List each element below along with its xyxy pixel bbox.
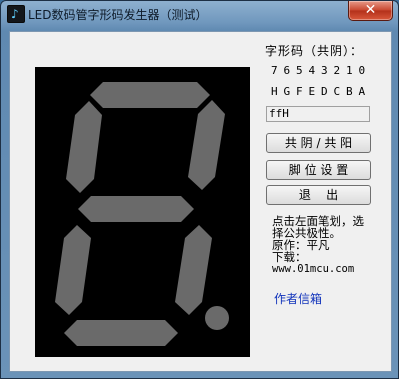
pin-settings-button[interactable]: 脚 位 设 置 <box>266 160 371 180</box>
exit-button[interactable]: 退 出 <box>266 185 371 205</box>
bit-number: 2 <box>333 64 341 77</box>
segment-a[interactable] <box>90 82 210 108</box>
description-line: 下载： <box>272 250 307 264</box>
bit-number: 3 <box>321 64 328 77</box>
website-url: www.01mcu.com <box>272 263 355 275</box>
description-text: 点击左面笔划，选 择公共极性。 原作：平凡 下载： www.01mcu.com <box>272 215 382 275</box>
bit-number: 0 <box>358 64 366 77</box>
close-button[interactable]: ✕ <box>348 1 393 21</box>
close-icon: ✕ <box>364 2 377 18</box>
segment-e[interactable] <box>55 225 91 315</box>
music-note-icon: ♪ <box>11 7 19 21</box>
code-value-field[interactable]: ffH <box>266 106 370 122</box>
author-email-link[interactable]: 作者信箱 <box>274 290 322 307</box>
bit-letter-row: HGFEDCBA <box>271 85 371 98</box>
bit-number: 5 <box>296 64 303 77</box>
client-area: 字形码（共阴）： 76543210 HGFEDCBA ffH 共 阴 / 共 阳… <box>9 31 392 372</box>
code-title: 字形码（共阴）： <box>265 44 364 58</box>
bit-letter: E <box>308 85 316 98</box>
bit-number: 4 <box>308 64 316 77</box>
bit-letter: F <box>296 85 303 98</box>
bit-number: 7 <box>271 64 278 77</box>
segment-g[interactable] <box>78 196 194 222</box>
segment-dp[interactable] <box>205 306 229 330</box>
window-title: LED数码管字形码发生器（测试） <box>28 8 208 22</box>
bit-letter: C <box>333 85 341 98</box>
common-polarity-button[interactable]: 共 阴 / 共 阳 <box>266 133 371 153</box>
bit-letter: B <box>346 85 353 98</box>
seven-segment-display <box>35 67 250 357</box>
segment-canvas <box>55 82 229 346</box>
title-bar[interactable]: ♪ LED数码管字形码发生器（测试） ✕ <box>1 1 398 27</box>
segment-c[interactable] <box>175 225 212 315</box>
app-window: ♪ LED数码管字形码发生器（测试） ✕ 字形码（共阴）： 7 6 5 4 3 … <box>0 0 399 379</box>
bit-letter: G <box>283 85 291 98</box>
segment-f[interactable] <box>66 101 102 193</box>
segment-b[interactable] <box>188 100 225 190</box>
app-icon[interactable]: ♪ <box>7 5 25 23</box>
bit-number: 6 <box>283 64 291 77</box>
bit-number: 1 <box>346 64 353 77</box>
segment-d[interactable] <box>64 320 178 346</box>
bit-letter: A <box>358 85 366 98</box>
bit-letter: D <box>321 85 328 98</box>
bit-letter: H <box>271 85 278 98</box>
bit-number-row: 76543210 <box>271 64 371 77</box>
